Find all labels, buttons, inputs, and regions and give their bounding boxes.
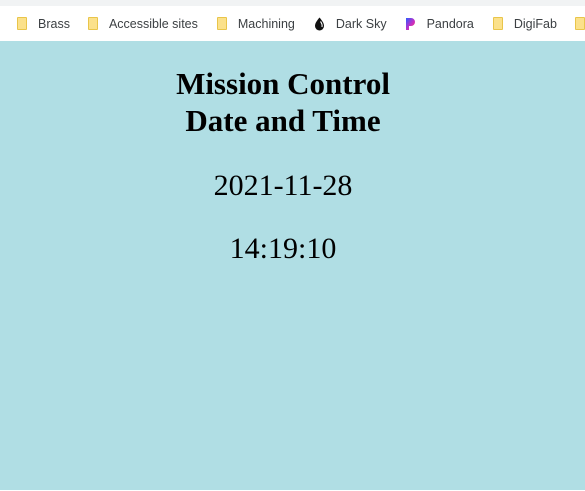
dark-sky-icon — [314, 17, 324, 30]
page-title-line-2: Date and Time — [185, 103, 381, 138]
bookmark-digifab[interactable]: DigiFab — [492, 6, 557, 41]
bookmark-label: DigiFab — [513, 16, 557, 31]
bookmark-machining[interactable]: Machining — [216, 6, 295, 41]
bookmarks-bar: Brass Accessible sites Machining Dark Sk… — [0, 0, 585, 41]
date-display: 2021-11-28 — [213, 169, 353, 202]
folder-icon — [17, 17, 27, 30]
bookmark-dark-sky[interactable]: Dark Sky — [314, 6, 387, 41]
bookmark-accessible-sites[interactable]: Accessible sites — [87, 6, 198, 41]
bookmark-label: Brass — [38, 16, 70, 31]
bookmark-label: Pandora — [426, 16, 474, 31]
bookmark-ec[interactable]: Ec — [574, 6, 585, 41]
bookmark-label: Machining — [237, 16, 295, 31]
folder-icon — [574, 17, 585, 30]
pandora-icon — [405, 17, 415, 30]
bookmark-label: Accessible sites — [108, 16, 198, 31]
bookmark-pandora[interactable]: Pandora — [405, 6, 474, 41]
folder-icon — [492, 17, 503, 30]
bookmark-label: Dark Sky — [335, 16, 387, 31]
time-display: 14:19:10 — [229, 232, 337, 265]
bookmark-brass[interactable]: Brass — [17, 6, 70, 41]
page-title-line-1: Mission Control — [176, 66, 390, 101]
page-content: Mission Control Date and Time 2021-11-28… — [0, 41, 585, 490]
folder-icon — [87, 17, 98, 30]
folder-icon — [216, 17, 227, 30]
